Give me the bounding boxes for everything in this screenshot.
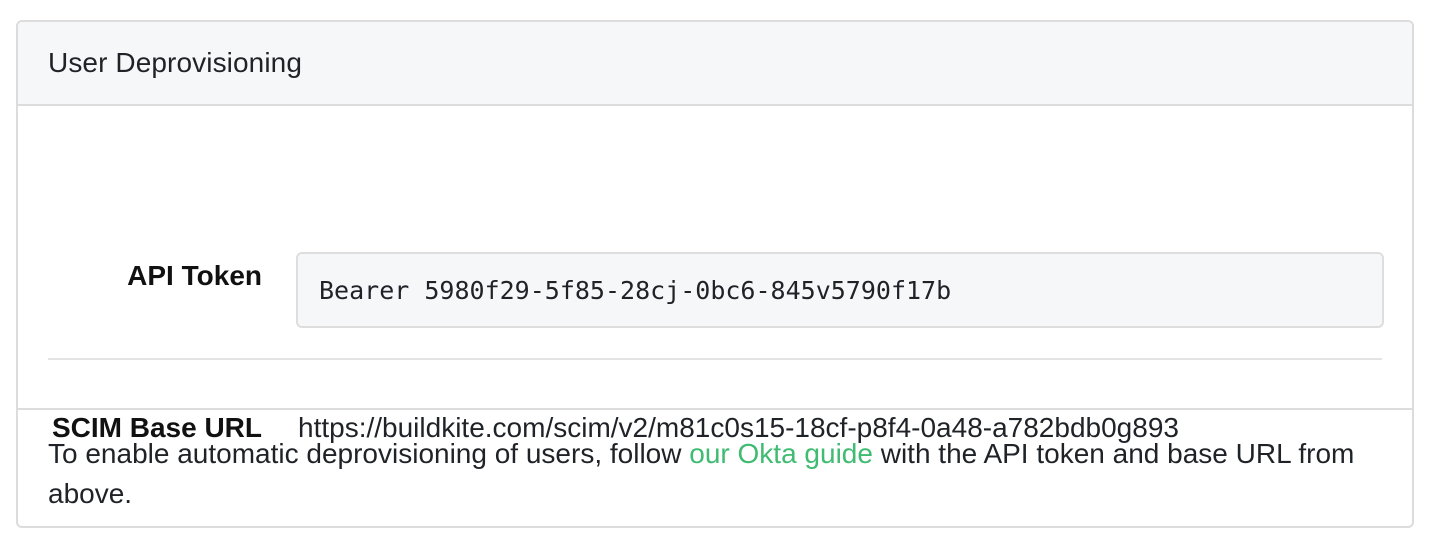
api-token-label: API Token [127, 260, 262, 291]
scim-base-url-value[interactable]: https://buildkite.com/scim/v2/m81c0s15-1… [298, 412, 1179, 444]
user-deprovisioning-panel: User Deprovisioning API Token Bearer 598… [16, 20, 1414, 528]
panel-header: User Deprovisioning [18, 22, 1412, 106]
panel-title: User Deprovisioning [48, 47, 303, 78]
api-token-field[interactable]: Bearer 5980f29-5f85-28cj-0bc6-845v5790f1… [296, 252, 1384, 328]
section-divider [48, 358, 1382, 360]
panel-body: API Token Bearer 5980f29-5f85-28cj-0bc6-… [18, 106, 1412, 443]
scim-base-url-label: SCIM Base URL [51, 412, 262, 443]
